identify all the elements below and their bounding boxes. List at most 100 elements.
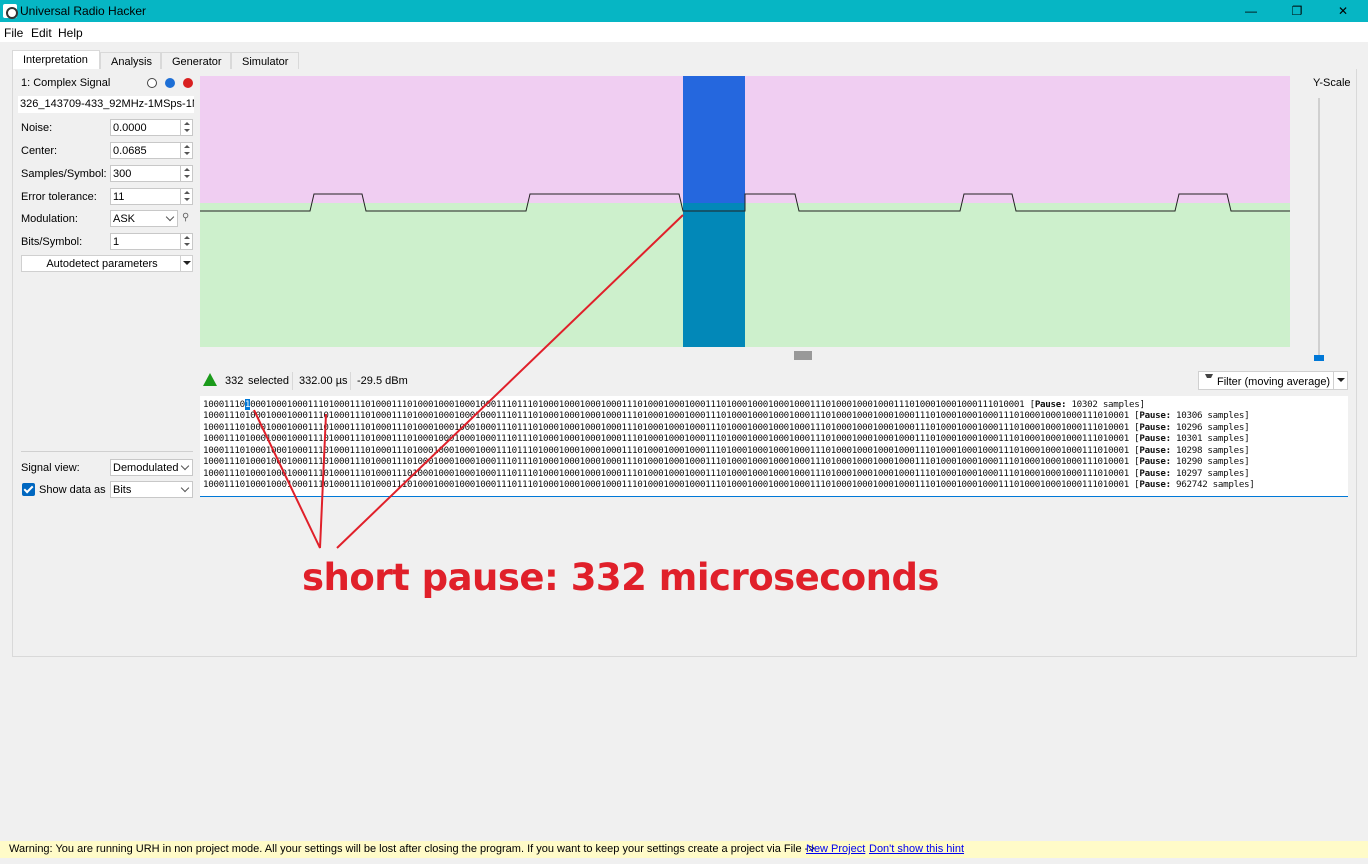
bits-row[interactable]: 1000111010001000100011101000111010001110… [203, 433, 1250, 444]
autodetect-label: Autodetect parameters [46, 258, 158, 270]
bits-row[interactable]: 1000111010001000100011101000111010001110… [203, 479, 1255, 490]
dont-show-hint-link[interactable]: Don't show this hint [869, 843, 964, 855]
menu-file[interactable]: File [4, 26, 23, 40]
pause-value: 10301 samples [1176, 433, 1245, 444]
bits-value: 1 [113, 236, 120, 248]
bits-pre: 10001110 [203, 399, 245, 410]
maximize-button[interactable]: ❐ [1274, 2, 1320, 20]
pause-value: 10302 samples [1071, 399, 1140, 410]
bits-row[interactable]: 1000111010001000100011101000111010001110… [203, 445, 1250, 456]
error-tolerance-label: Error tolerance: [21, 191, 97, 203]
menu-help[interactable]: Help [58, 26, 83, 40]
pause-label: Pause: [1139, 410, 1171, 421]
filter-icon [1205, 374, 1213, 387]
noise-spinbox[interactable]: 0.0000 [110, 119, 193, 136]
bits-post: 0001000100011101000111010001110100010001… [250, 399, 1025, 410]
samples-per-symbol-label: Samples/Symbol: [21, 168, 107, 180]
pause-value: 10297 samples [1176, 468, 1245, 479]
signal-view-select[interactable]: Demodulated [110, 459, 193, 476]
menu-bar: File Edit Help [0, 22, 1368, 42]
bits-per-symbol-spinbox[interactable]: 1 [110, 233, 193, 250]
close-signal-icon[interactable] [183, 78, 193, 88]
status-bar: Warning: You are running URH in non proj… [0, 841, 1368, 858]
signal-filename[interactable]: 326_143709-433_92MHz-1MSps-1MHz [18, 96, 194, 113]
modulation-label: Modulation: [21, 213, 78, 225]
spin-arrows-icon[interactable] [180, 189, 192, 204]
tab-generator[interactable]: Generator [161, 52, 231, 70]
chevron-down-icon [180, 483, 190, 493]
y-scale-handle[interactable] [1314, 355, 1324, 361]
tab-simulator[interactable]: Simulator [231, 52, 299, 70]
minimize-button[interactable]: — [1228, 2, 1274, 20]
filter-button[interactable]: Filter (moving average) [1198, 371, 1348, 390]
signal-view-label: Signal view: [21, 462, 80, 474]
pause-value: 10290 samples [1176, 456, 1245, 467]
filter-label: Filter (moving average) [1217, 376, 1331, 388]
chevron-down-icon [165, 212, 175, 222]
selected-count: 332 [225, 375, 244, 387]
samples-per-symbol-spinbox[interactable]: 300 [110, 165, 193, 182]
autodetect-button[interactable]: Autodetect parameters [21, 255, 193, 272]
bits-row[interactable]: 1000111010001000100011101000111010001110… [203, 456, 1250, 467]
warning-text: Warning: You are running URH in non proj… [9, 843, 815, 855]
divider [21, 451, 193, 452]
pause-label: Pause: [1139, 445, 1171, 456]
center-spinbox[interactable]: 0.0685 [110, 142, 193, 159]
spin-arrows-icon[interactable] [180, 234, 192, 249]
dropdown-arrow-icon[interactable] [180, 256, 192, 271]
y-scale-slider[interactable] [1318, 98, 1320, 358]
menu-edit[interactable]: Edit [31, 26, 52, 40]
chevron-down-icon [180, 461, 190, 471]
wrench-icon[interactable]: ⚲ [182, 212, 189, 223]
pause-label: Pause: [1034, 399, 1067, 410]
pause-label: Pause: [1139, 468, 1171, 479]
bits-post: 1000111010001000100011101000111010001110… [203, 456, 1129, 467]
y-scale-label: Y-Scale [1313, 77, 1351, 89]
pause-label: Pause: [1139, 456, 1171, 467]
separator [292, 372, 293, 390]
error-tolerance-spinbox[interactable]: 11 [110, 188, 193, 205]
modulation-value: ASK [113, 213, 136, 225]
selected-label: selected [248, 375, 289, 387]
spin-arrows-icon[interactable] [180, 143, 192, 158]
info-icon[interactable] [165, 78, 175, 88]
sps-value: 300 [113, 168, 132, 180]
modulation-select[interactable]: ASK [110, 210, 178, 227]
signal-header: 1: Complex Signal [21, 77, 111, 89]
bits-row[interactable]: 1000111010001000100011101000111010001110… [203, 422, 1250, 433]
tab-analysis[interactable]: Analysis [100, 52, 161, 70]
selection-duration: 332.00 µs [299, 375, 348, 387]
bits-post: 1000111010001000100011101000111010001110… [203, 445, 1129, 456]
title-bar: Universal Radio Hacker — ❐ ✕ [0, 0, 1368, 22]
tab-interpretation[interactable]: Interpretation [12, 50, 100, 70]
window-title: Universal Radio Hacker [20, 4, 147, 18]
close-button[interactable]: ✕ [1320, 2, 1366, 20]
show-data-select[interactable]: Bits [110, 481, 193, 498]
show-data-checkbox[interactable] [22, 483, 35, 496]
bits-post: 1000111010001000100011101000111010001110… [203, 468, 1129, 479]
spin-arrows-icon[interactable] [180, 120, 192, 135]
noise-value: 0.0000 [113, 122, 147, 134]
spin-arrows-icon[interactable] [180, 166, 192, 181]
annotation-text: short pause: 332 microseconds [302, 556, 939, 599]
signal-graph[interactable] [200, 76, 1290, 347]
bits-per-symbol-label: Bits/Symbol: [21, 236, 83, 248]
bits-row[interactable]: 1000111010001000100011101000111010001110… [203, 410, 1250, 421]
bits-row[interactable]: 1000111010001000100011101000111010001110… [203, 468, 1250, 479]
center-value: 0.0685 [113, 145, 147, 157]
bits-post: 1000111010001000100011101000111010001110… [203, 410, 1129, 421]
waveform [200, 193, 1290, 212]
bits-row[interactable]: 1000111010001000100011101000111010001110… [203, 399, 1145, 410]
bits-post: 1000111010001000100011101000111010001110… [203, 422, 1129, 433]
spectrum-icon[interactable] [203, 373, 217, 386]
pause-value: 962742 samples [1176, 479, 1250, 490]
selection-power: -29.5 dBm [357, 375, 408, 387]
pause-value: 10296 samples [1176, 422, 1245, 433]
play-icon[interactable] [147, 78, 157, 88]
bits-data-view[interactable]: 1000111010001000100011101000111010001110… [200, 396, 1348, 497]
new-project-link[interactable]: New Project [806, 843, 865, 855]
horizontal-scroll-handle[interactable] [794, 351, 812, 360]
dropdown-arrow-icon[interactable] [1333, 372, 1347, 389]
pause-label: Pause: [1139, 479, 1171, 490]
show-data-label: Show data as [39, 484, 106, 496]
